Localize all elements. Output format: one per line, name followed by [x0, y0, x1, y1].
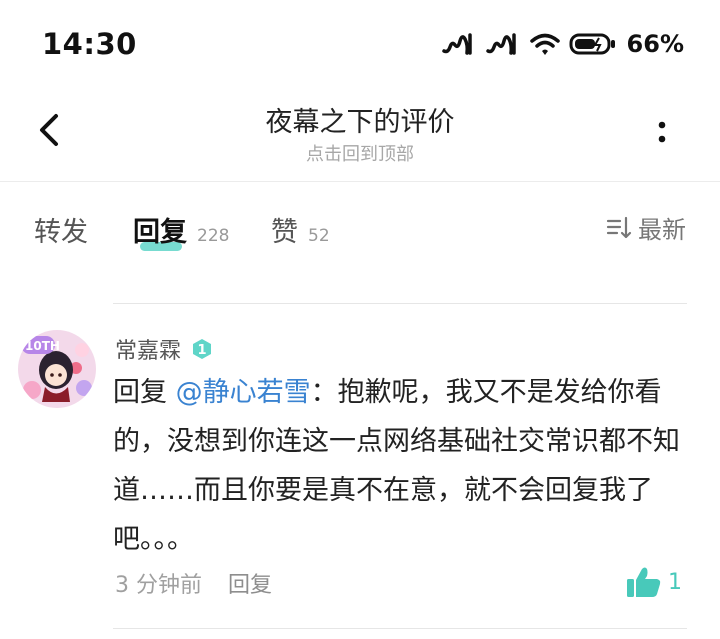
tab-count: 52 — [308, 226, 330, 246]
scroll-to-top-hint[interactable]: 点击回到顶部 — [0, 140, 720, 166]
signal-1-icon — [441, 33, 472, 55]
tab-bar: 转发 回复 228 赞 52 最新 — [0, 210, 720, 270]
tab-label: 转发 — [34, 217, 88, 248]
level-number: 1 — [197, 343, 206, 358]
more-options-button[interactable] — [652, 112, 672, 152]
tab-forward[interactable]: 转发 — [34, 210, 88, 249]
comment-time: 3 分钟前 — [115, 573, 202, 598]
mention-link[interactable]: @静心若雪 — [176, 377, 311, 408]
sort-icon — [606, 216, 632, 238]
reply-prefix: 回复 — [113, 377, 176, 408]
thumbs-up-icon — [627, 567, 661, 597]
page-title: 夜幕之下的评价 — [265, 107, 455, 138]
comment-meta: 3 分钟前 回复 — [115, 567, 272, 599]
tab-label: 回复 — [133, 217, 187, 248]
battery-icon — [569, 33, 615, 55]
battery-percent: 66% — [626, 30, 684, 58]
avatar[interactable]: 10TH — [18, 330, 96, 408]
status-icons: 66% — [441, 30, 684, 58]
status-time: 14:30 — [42, 27, 137, 61]
tab-label: 赞 — [271, 217, 298, 248]
comment-text: 回复 @静心若雪：抱歉呢，我又不是发给你看的，没想到你连这一点网络基础社交常识都… — [113, 368, 693, 564]
like-count: 1 — [668, 569, 682, 595]
comment-divider — [113, 628, 687, 629]
reply-button[interactable]: 回复 — [228, 567, 272, 599]
comment-header: 常嘉霖 1 — [115, 333, 213, 365]
level-badge-icon: 1 — [193, 339, 212, 359]
signal-2-icon — [485, 33, 516, 55]
status-bar: 14:30 66% — [0, 0, 720, 90]
sort-label: 最新 — [638, 216, 686, 244]
page-header: 夜幕之下的评价 点击回到顶部 — [0, 90, 720, 180]
tab-replies[interactable]: 回复 228 — [133, 210, 229, 249]
avatar-image: 10TH — [18, 330, 96, 408]
like-button[interactable]: 1 — [626, 566, 682, 598]
avatar-badge: 10TH — [25, 339, 60, 353]
comment-username[interactable]: 常嘉霖 — [115, 333, 181, 365]
section-divider — [113, 303, 687, 304]
header-divider — [0, 181, 720, 182]
sort-button[interactable]: 最新 — [606, 210, 686, 245]
tab-likes[interactable]: 赞 52 — [271, 210, 330, 249]
wifi-icon — [529, 33, 560, 55]
tab-count: 228 — [197, 226, 230, 246]
more-vertical-icon — [658, 121, 666, 143]
